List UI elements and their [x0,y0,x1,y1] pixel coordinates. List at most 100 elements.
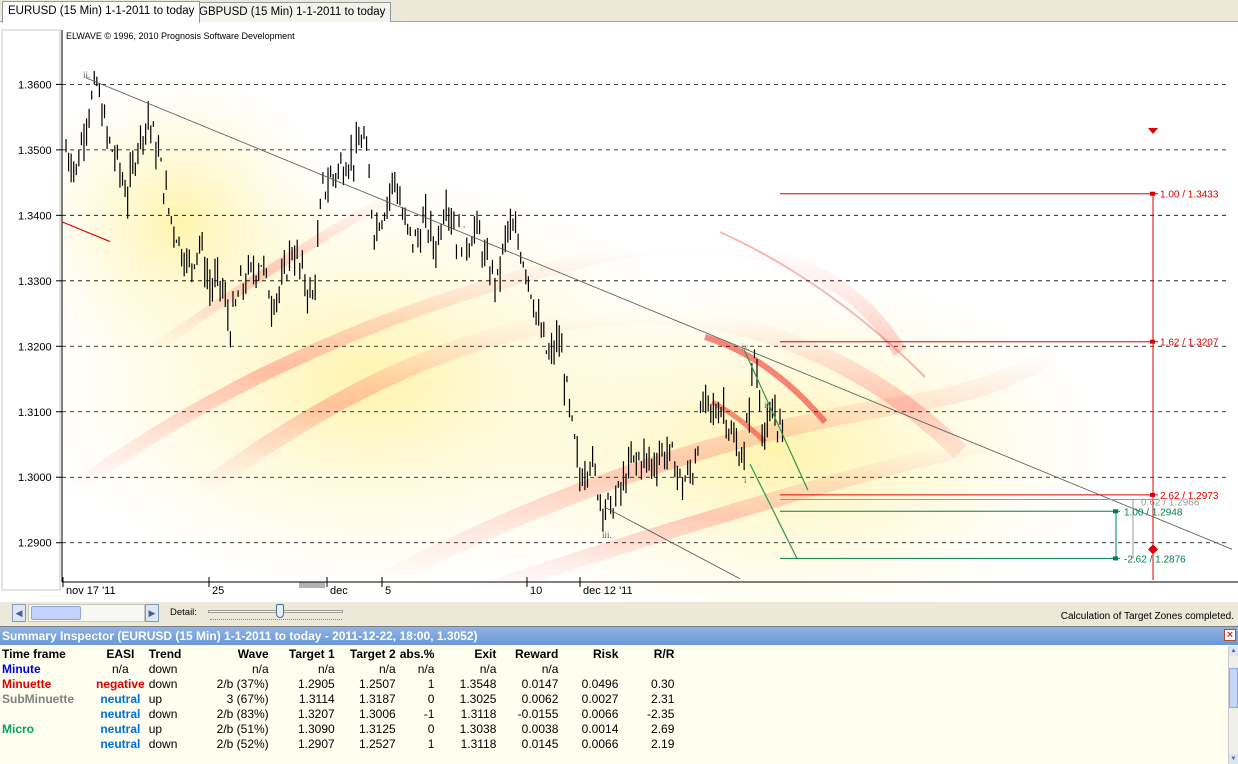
y-tick-label: 1.3500 [18,145,52,157]
table-row[interactable]: Micro neutral up 2/b (51%) 1.3090 1.3125 0 1.30… [0,721,676,736]
cell-tf [0,736,94,751]
price-chart[interactable]: 1.3600 1.3500 1.3400 1.3300 1.3200 1.3100 1.30… [0,22,1238,602]
wave-label: ii [764,400,770,410]
scroll-left-icon[interactable]: ◀ [12,604,26,622]
cell-tf: Minuette [2,676,52,691]
col-risk: Risk [593,646,619,661]
cell-t1: 1.3114 [298,691,335,706]
x-tick-label: 10 [530,585,542,597]
cell-t1: n/a [318,661,335,676]
cell-easi: n/a [112,661,129,676]
target-diamond-icon [1148,544,1158,555]
target-label: -2.62 / 1.2876 [1124,554,1186,565]
cell-t1: 1.3090 [297,721,335,736]
scroll-up-icon[interactable]: ▲ [1229,646,1238,656]
cell-reward: 0.0038 [521,721,559,736]
wave-label: iv. [741,342,750,352]
col-wave: Wave [237,646,269,661]
scrollbar-thumb[interactable] [1229,668,1238,708]
summary-table: Time frame EASI Trend Wave Target 1 Targ… [0,646,676,751]
cell-wave: 2/b (52%) [216,736,269,751]
cell-t1: 1.3207 [297,706,335,721]
cell-risk: 0.0496 [581,676,619,691]
cell-easi: neutral [100,706,141,721]
cell-wave: 3 (67%) [226,691,269,706]
status-bar: ◀ ▶ Detail: Calculation of Target Zones … [0,602,1238,626]
horizontal-scrollbar[interactable] [28,604,145,622]
cell-t2: 1.2507 [358,676,396,691]
col-time-frame: Time frame [2,646,66,661]
close-icon[interactable]: × [1224,629,1236,641]
detail-slider[interactable] [208,604,343,622]
panel-title-bar: Summary Inspector (EURUSD (15 Min) 1-1-2… [0,627,1238,645]
scroll-right-icon[interactable]: ▶ [145,604,159,622]
detail-label: Detail: [170,607,197,618]
cell-rr: 2.31 [651,691,675,706]
cell-rr [620,661,676,676]
tab-eurusd[interactable]: EURUSD (15 Min) 1-1-2011 to today [2,1,201,23]
table-row[interactable]: neutral down 2/b (83%) 1.3207 1.3006 -1 1.3118… [0,706,676,721]
cell-trend: up [148,691,163,706]
col-target1: Target 1 [288,646,335,661]
cell-easi: neutral [100,736,141,751]
y-tick-label: 1.3000 [18,472,52,484]
cell-abs: 0 [427,721,435,736]
cell-reward: 0.0062 [521,691,559,706]
target-label: 1.00 / 1.2948 [1124,507,1183,518]
target-label: 1.00 / 1.3433 [1160,190,1219,201]
panel-title: Summary Inspector (EURUSD (15 Min) 1-1-2… [2,629,478,643]
table-row[interactable]: Minute n/a down n/a n/a n/a n/a n/a n/a [0,661,676,676]
cell-risk: 0.0027 [581,691,619,706]
scrollbar-thumb[interactable] [31,606,81,620]
cell-reward: 0.0147 [521,676,559,691]
vertical-scrollbar[interactable]: ▲ ▼ [1228,646,1238,764]
cell-reward: 0.0145 [521,736,559,751]
cell-easi: neutral [100,691,141,706]
col-reward: Reward [515,646,559,661]
y-axis-panel [1,29,61,591]
cell-rr: 0.30 [651,676,675,691]
cell-tf: Micro [2,721,35,736]
cell-t2: 1.3187 [358,691,396,706]
col-easi: EASI [106,646,135,661]
cell-wave: 2/b (83%) [216,706,269,721]
slider-ticks [210,619,342,621]
target-label: 1.62 / 1.3207 [1160,338,1219,349]
table-row[interactable]: Minuette negative down 2/b (37%) 1.2905 1.250… [0,676,676,691]
cell-risk [560,661,620,676]
cell-rr: 2.69 [651,721,675,736]
table-row[interactable]: SubMinuette neutral up 3 (67%) 1.3114 1.3187 0… [0,691,676,706]
cell-risk: 0.0066 [581,736,619,751]
target-marker [1150,191,1155,196]
cell-abs: 0 [427,691,435,706]
y-tick-label: 1.3200 [18,341,52,353]
cell-abs: 1 [427,676,435,691]
x-tick-label: nov 17 '11 [66,585,116,597]
cell-t2: n/a [379,661,396,676]
cell-reward: -0.0155 [517,706,559,721]
target-marker [1150,492,1155,497]
scroll-down-icon[interactable]: ▼ [1229,754,1238,764]
cell-tf [0,706,94,721]
red-marker-icon [1148,128,1158,134]
cell-tf: Minute [2,661,41,676]
cell-abs: 1 [427,736,435,751]
y-tick-label: 1.2900 [18,538,52,550]
status-message: Calculation of Target Zones completed. [1060,611,1234,622]
summary-inspector-panel: Summary Inspector (EURUSD (15 Min) 1-1-2… [0,626,1238,764]
slider-knob[interactable] [276,604,284,618]
table-row[interactable]: neutral down 2/b (52%) 1.2907 1.2527 1 1.3118 0… [0,736,676,751]
cell-easi: negative [96,676,145,691]
x-tick-label: dec [330,585,348,597]
cell-easi: neutral [100,721,141,736]
cell-abs: n/a [417,661,435,676]
y-tick-label: 1.3300 [18,276,52,288]
cell-t2: 1.3125 [358,721,396,736]
x-tick-label: dec 12 '11 [583,585,633,597]
table-header: Time frame EASI Trend Wave Target 1 Targ… [0,646,676,661]
tab-gbpusd[interactable]: GBPUSD (15 Min) 1-1-2011 to today [193,2,392,22]
cell-wave: n/a [252,661,269,676]
cell-exit: 1.3118 [460,706,497,721]
cell-trend: down [148,661,178,676]
y-tick-label: 1.3400 [18,210,52,222]
